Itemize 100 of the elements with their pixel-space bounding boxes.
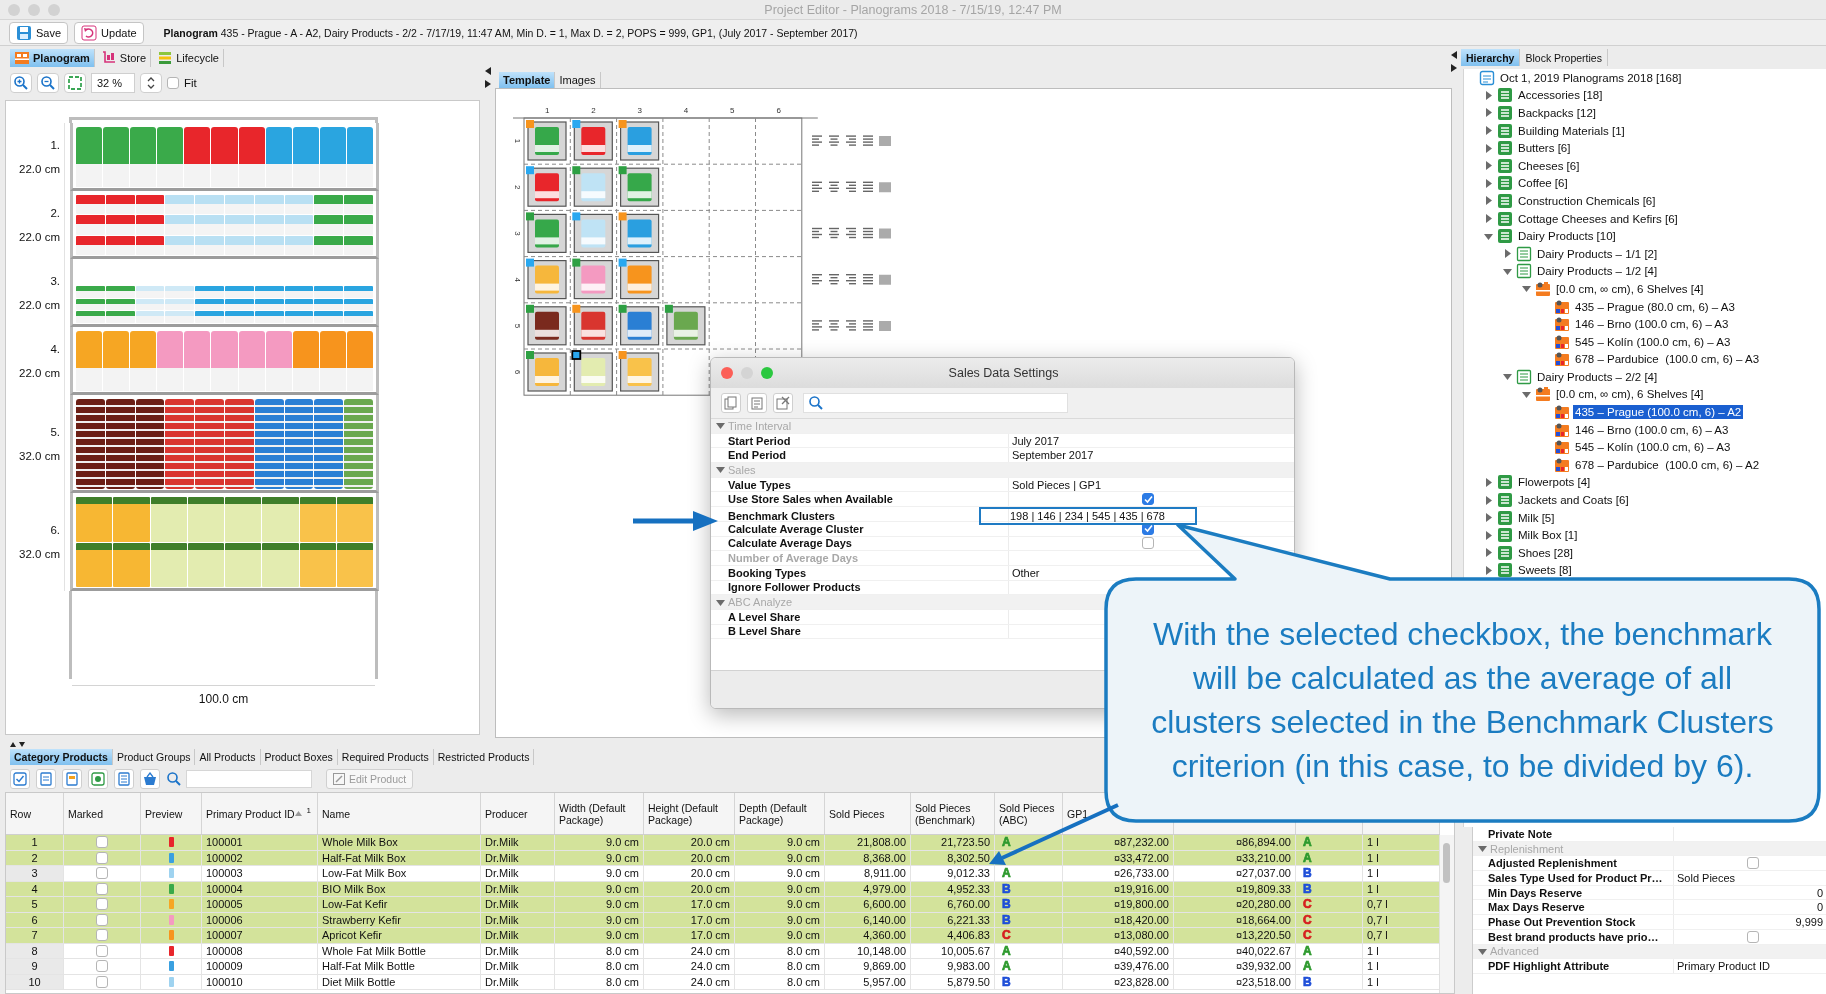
- justify-icon[interactable]: [862, 274, 874, 285]
- expand-arrow-icon[interactable]: [1483, 214, 1493, 224]
- product-thumbnail[interactable]: [573, 260, 613, 300]
- expand-arrow-icon[interactable]: [1502, 249, 1512, 259]
- tree-item[interactable]: Dairy Products – 1/2 [4]: [1535, 264, 1660, 279]
- expand-arrow-icon[interactable]: [1483, 90, 1493, 100]
- tree-item[interactable]: Shoes [28]: [1516, 545, 1575, 560]
- toolbar-button[interactable]: [114, 769, 134, 789]
- checkbox[interactable]: [96, 836, 108, 849]
- product-thumbnail[interactable]: [573, 213, 613, 253]
- checkbox[interactable]: [96, 960, 108, 973]
- expand-arrow-icon[interactable]: [716, 421, 725, 431]
- view-tab[interactable]: Lifecycle: [153, 49, 224, 67]
- product-tab[interactable]: Product Groups: [112, 749, 196, 765]
- column-header[interactable]: Sold Pieces (Benchmark): [915, 801, 990, 826]
- property-value[interactable]: July 2017: [1012, 434, 1060, 447]
- property-value[interactable]: Sold Pieces: [1677, 871, 1736, 884]
- table-row[interactable]: 10 100010 Diet Milk Bottle Dr.Milk 8.0 cm 24.0 cm 8.0 cm 5,957.00 5,879.50 B ¤23,828.00 ¤23,518.00 B 1 l: [6, 974, 1440, 990]
- checkbox[interactable]: [1142, 493, 1154, 506]
- align-center-icon[interactable]: [828, 274, 840, 285]
- tree-item[interactable]: [0.0 cm, ∞ cm), 6 Shelves [4]: [1554, 281, 1706, 296]
- tree-item[interactable]: Dairy Products – 1/1 [2]: [1535, 246, 1660, 261]
- right-arrow-icon[interactable]: [1451, 64, 1457, 72]
- column-header[interactable]: Depth (Default Package): [739, 801, 820, 826]
- tree-item[interactable]: 545 – Kolín (100.0 cm, 6) – A3: [1573, 440, 1733, 455]
- stepper-button[interactable]: [140, 73, 162, 93]
- tree-item[interactable]: Milk [5]: [1516, 510, 1557, 525]
- checkbox[interactable]: [96, 882, 108, 895]
- checkbox[interactable]: [1747, 930, 1759, 943]
- panel-tab[interactable]: Hierarchy: [1461, 49, 1521, 66]
- product-thumbnail[interactable]: [620, 213, 660, 253]
- tree-item[interactable]: Oct 1, 2019 Planograms 2018 [168]: [1498, 70, 1684, 85]
- zoom-field[interactable]: 32 %: [91, 73, 135, 93]
- tree-item[interactable]: 435 – Prague (80.0 cm, 6) – A3: [1573, 299, 1737, 314]
- product-thumbnail[interactable]: [573, 306, 613, 346]
- left-arrow-icon[interactable]: [1451, 51, 1457, 59]
- property-value[interactable]: 198 | 146 | 234 | 545 | 435 | 678: [979, 507, 1197, 526]
- panel-tab[interactable]: Block Properties: [1520, 49, 1608, 66]
- scrollbar[interactable]: [1439, 835, 1454, 993]
- product-thumbnail[interactable]: [527, 213, 567, 253]
- expand-arrow-icon[interactable]: [1483, 108, 1493, 118]
- product-thumbnail[interactable]: [620, 167, 660, 207]
- column-header[interactable]: Preview: [145, 807, 183, 820]
- product-tab[interactable]: Product Boxes: [260, 749, 338, 765]
- column-header[interactable]: Producer: [485, 807, 528, 820]
- toolbar-button[interactable]: [773, 393, 793, 413]
- checkbox[interactable]: [96, 867, 108, 880]
- toolbar-button[interactable]: Save: [9, 21, 69, 44]
- left-arrow-icon[interactable]: [485, 67, 491, 75]
- align-left-icon[interactable]: [811, 320, 823, 331]
- product-tab[interactable]: Required Products: [337, 749, 434, 765]
- right-arrow-icon[interactable]: [485, 80, 491, 88]
- column-header[interactable]: Sold Pieces: [829, 807, 885, 820]
- justify-icon[interactable]: [862, 320, 874, 331]
- align-right-icon[interactable]: [845, 181, 857, 192]
- column-header[interactable]: Marked: [68, 807, 103, 820]
- tree-item[interactable]: Flowerpots [4]: [1516, 475, 1593, 490]
- toolbar-button[interactable]: [140, 769, 160, 789]
- product-thumbnail[interactable]: [573, 167, 613, 207]
- product-thumbnail[interactable]: [620, 352, 660, 392]
- product-tab[interactable]: Restricted Products: [433, 749, 535, 765]
- product-thumbnail[interactable]: [527, 167, 567, 207]
- column-header[interactable]: Primary Product ID 1: [202, 793, 318, 834]
- expand-arrow-icon[interactable]: [1521, 284, 1531, 294]
- align-left-icon[interactable]: [811, 274, 823, 285]
- expand-arrow-icon[interactable]: [1483, 530, 1493, 540]
- column-header[interactable]: GP1: [1067, 807, 1088, 820]
- tree-item[interactable]: Cheeses [6]: [1516, 158, 1582, 173]
- align-left-icon[interactable]: [811, 135, 823, 146]
- checkbox[interactable]: [96, 975, 108, 988]
- column-header[interactable]: Sold Pieces (ABC): [999, 801, 1058, 826]
- tree-item[interactable]: Dairy Products [10]: [1516, 229, 1618, 244]
- product-thumbnail[interactable]: [620, 260, 660, 300]
- product-thumbnail[interactable]: [573, 121, 613, 161]
- align-right-icon[interactable]: [845, 274, 857, 285]
- expand-arrow-icon[interactable]: [1502, 372, 1512, 382]
- table-row[interactable]: 3 100003 Low-Fat Milk Box Dr.Milk 9.0 cm 20.0 cm 9.0 cm 8,911.00 9,012.33 A ¤26,733.00 ¤27,037.00 B 1 l: [6, 866, 1440, 882]
- justify-icon[interactable]: [862, 135, 874, 146]
- expand-arrow-icon[interactable]: [1483, 126, 1493, 136]
- tree-item[interactable]: 678 – Pardubice (100.0 cm, 6) – A2: [1573, 457, 1762, 472]
- column-header[interactable]: Height (Default Package): [648, 801, 730, 826]
- tree-item[interactable]: 146 – Brno (100.0 cm, 6) – A3: [1573, 317, 1731, 332]
- tree-item[interactable]: Milk Box [1]: [1516, 528, 1580, 543]
- checkbox[interactable]: [96, 851, 108, 864]
- tree-item[interactable]: 146 – Brno (100.0 cm, 6) – A3: [1573, 422, 1731, 437]
- expand-arrow-icon[interactable]: [1483, 196, 1493, 206]
- product-thumbnail[interactable]: [527, 352, 567, 392]
- expand-arrow-icon[interactable]: [1521, 390, 1531, 399]
- view-tab[interactable]: Planogram: [10, 49, 95, 67]
- justify-icon[interactable]: [862, 227, 874, 239]
- expand-arrow-icon[interactable]: [1483, 143, 1493, 153]
- toolbar-button[interactable]: [10, 769, 30, 789]
- tree-item[interactable]: Construction Chemicals [6]: [1516, 193, 1658, 208]
- expand-arrow-icon[interactable]: [1483, 495, 1493, 505]
- checkbox[interactable]: [96, 929, 108, 942]
- expand-arrow-icon[interactable]: [1483, 565, 1493, 575]
- table-row[interactable]: 1 100001 Whole Milk Box Dr.Milk 9.0 cm 20.0 cm 9.0 cm 21,808.00 21,723.50 A ¤87,232.00 ¤86,894.00 A 1 l: [6, 835, 1440, 851]
- align-left-icon[interactable]: [811, 227, 823, 239]
- property-value[interactable]: 9,999: [1795, 915, 1823, 928]
- property-value[interactable]: Other: [1012, 566, 1040, 579]
